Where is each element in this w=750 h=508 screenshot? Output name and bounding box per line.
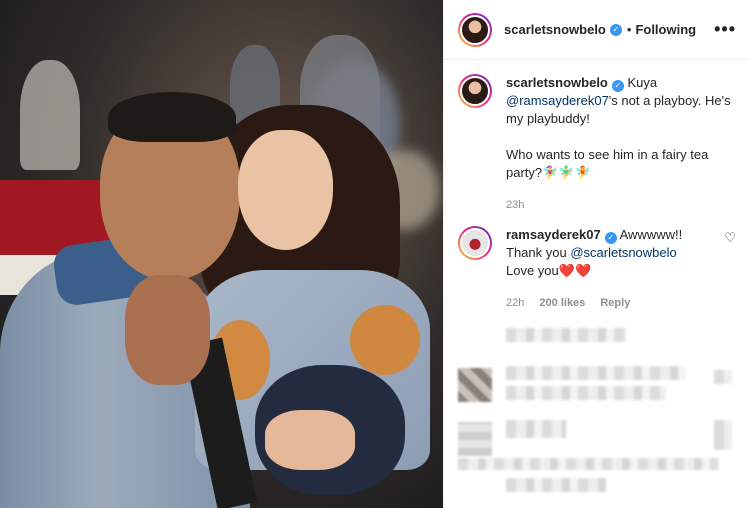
reply-timestamp[interactable]: 22h: [506, 297, 524, 309]
redacted-text: [506, 366, 686, 380]
caption-text: Who wants to see him in a fairy tea part…: [506, 147, 709, 180]
caption-comment: scarletsnowbelo ✓ Kuya @ramsayderek07's n…: [458, 74, 736, 214]
caption-author[interactable]: scarletsnowbelo: [506, 75, 608, 90]
redacted-text: [506, 328, 626, 342]
redacted-avatar: [458, 368, 492, 402]
reply-likes[interactable]: 200 likes: [539, 297, 585, 309]
owner-avatar[interactable]: [458, 12, 492, 47]
caption-text: Kuya: [627, 75, 658, 90]
post-header: scarletsnowbelo ✓ • Following •••: [444, 0, 750, 60]
background-person: [20, 60, 80, 170]
jacket-pattern: [350, 305, 420, 375]
reply-mention-link[interactable]: @scarletsnowbelo: [570, 245, 676, 260]
man-hand: [125, 275, 210, 385]
verified-badge-icon: ✓: [604, 232, 617, 244]
redacted-icon: [714, 420, 732, 450]
redacted-text: [506, 386, 666, 400]
man-hair: [108, 92, 236, 142]
reply-text: Thank you: [506, 245, 567, 260]
post-sidebar: scarletsnowbelo ✓ • Following ••• scarle…: [443, 0, 750, 508]
post-photo[interactable]: [0, 0, 443, 508]
verified-badge-icon: ✓: [611, 80, 624, 92]
redacted-icon: [714, 370, 732, 384]
verified-badge-icon: ✓: [609, 23, 622, 36]
girl-face: [238, 130, 333, 250]
girl-hand: [265, 410, 355, 470]
redacted-text: [506, 420, 566, 438]
owner-username[interactable]: scarletsnowbelo: [504, 22, 606, 37]
comments-list: scarletsnowbelo ✓ Kuya @ramsayderek07's n…: [444, 60, 750, 312]
more-options-icon[interactable]: •••: [714, 19, 736, 40]
redacted-text: [458, 458, 718, 470]
separator-dot: •: [626, 22, 632, 37]
reply-text: Awwwww!!: [619, 227, 683, 242]
reply-text: Love you❤️❤️: [506, 263, 592, 278]
reply-comment: ramsayderek07 ✓ Awwwww!! Thank you @scarl…: [458, 226, 736, 312]
caption-mention-link[interactable]: @ramsayderek07: [506, 93, 609, 108]
reply-button[interactable]: Reply: [600, 297, 630, 309]
like-heart-icon[interactable]: ♡: [724, 230, 736, 312]
redacted-avatar: [458, 422, 492, 456]
caption-author-avatar[interactable]: [458, 74, 492, 108]
redacted-text: [506, 478, 606, 492]
reply-author[interactable]: ramsayderek07: [506, 227, 601, 242]
reply-author-avatar[interactable]: [458, 226, 492, 260]
following-button[interactable]: Following: [635, 22, 696, 37]
caption-timestamp[interactable]: 23h: [506, 199, 524, 211]
